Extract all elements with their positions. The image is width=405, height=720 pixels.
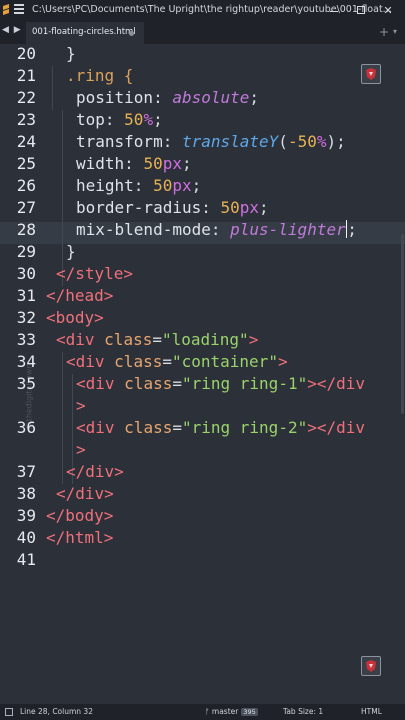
line-text-wrap: > — [76, 396, 86, 415]
line-number: 35 — [16, 374, 36, 393]
line-text: width: 50px; — [76, 154, 192, 173]
line-number: 34 — [16, 352, 36, 371]
line-number: 33 — [16, 330, 36, 349]
code-line[interactable]: 23 top: 50%; — [0, 110, 405, 132]
line-text: </div> — [56, 484, 114, 503]
tab-label: 001-floating-circles.html — [32, 27, 136, 37]
line-number: 23 — [16, 110, 36, 129]
line-number: 37 — [16, 462, 36, 481]
css-value: absolute — [172, 88, 250, 107]
line-text: height: 50px; — [76, 176, 202, 195]
line-number: 32 — [16, 308, 36, 327]
code-line[interactable]: 31 </head> — [0, 286, 405, 308]
code-line-active[interactable]: 28 mix-blend-mode: plus-lighter; — [0, 220, 405, 242]
plugin-badge-icon[interactable] — [361, 64, 381, 84]
tab-active-file[interactable]: 001-floating-circles.html — [26, 22, 144, 44]
line-text: </div> — [66, 462, 124, 481]
line-text: </html> — [46, 528, 114, 547]
tab-close-dot-icon[interactable] — [129, 31, 134, 36]
line-number: 30 — [16, 264, 36, 283]
line-number: 38 — [16, 484, 36, 503]
line-text: </body> — [46, 506, 114, 525]
line-number: 26 — [16, 176, 36, 195]
code-line[interactable]: 25 width: 50px; — [0, 154, 405, 176]
tab-size-selector[interactable]: Tab Size: 1 — [283, 707, 323, 716]
line-text: .ring { — [66, 66, 134, 85]
line-text: </style> — [56, 264, 134, 283]
code-line[interactable]: 38 </div> — [0, 484, 405, 506]
close-button[interactable]: ✕ — [375, 0, 401, 22]
code-line[interactable]: 26 height: 50px; — [0, 176, 405, 198]
tab-overflow-icon[interactable]: ▾ — [393, 27, 397, 36]
code-line[interactable]: 35 <div class="ring ring-1"></div > — [0, 374, 405, 418]
git-changes-badge: 395 — [241, 708, 258, 716]
minimize-button[interactable] — [321, 0, 347, 22]
line-text: </head> — [46, 286, 114, 305]
line-text: <div class="loading"> — [56, 330, 259, 349]
line-text-wrap: > — [76, 440, 86, 459]
code-line[interactable]: 34 <div class="container"> — [0, 352, 405, 374]
plugin-badge-icon[interactable] — [361, 656, 381, 676]
code-line[interactable]: 30 </style> — [0, 264, 405, 286]
line-number: 29 — [16, 242, 36, 261]
line-number: 39 — [16, 506, 36, 525]
line-text: <div class="ring ring-1"></div — [76, 374, 366, 393]
code-line[interactable]: 20 } — [0, 44, 405, 66]
line-text: transform: translateY(-50%); — [76, 132, 346, 151]
code-line[interactable]: 40 </html> — [0, 528, 405, 550]
hamburger-menu-icon[interactable] — [14, 4, 24, 6]
code-line[interactable]: 36 <div class="ring ring-2"></div > — [0, 418, 405, 462]
css-property: position — [76, 88, 154, 107]
line-text: <div class="ring ring-2"></div — [76, 418, 366, 437]
tab-bar: ◀ ▶ 001-floating-circles.html + ▾ — [0, 22, 405, 44]
code-line[interactable]: 29 } — [0, 242, 405, 264]
git-branch[interactable]: ᚠ master 395 — [205, 707, 258, 716]
line-text: top: 50%; — [76, 110, 163, 129]
line-text: <div class="container"> — [66, 352, 288, 371]
line-text: border-radius: 50px; — [76, 198, 269, 217]
line-number: 41 — [16, 550, 36, 569]
panel-toggle-icon[interactable] — [5, 708, 13, 716]
line-text: mix-blend-mode: plus-lighter; — [76, 220, 357, 239]
line-text: position: absolute; — [76, 88, 260, 107]
git-branch-name: master — [211, 707, 239, 716]
line-number: 21 — [16, 66, 36, 85]
line-number: 27 — [16, 198, 36, 217]
code-line[interactable]: 32 <body> — [0, 308, 405, 330]
line-number: 24 — [16, 132, 36, 151]
code-line[interactable]: 24 transform: translateY(-50%); — [0, 132, 405, 154]
line-number: 28 — [16, 220, 36, 239]
title-bar: C:\Users\PC\Documents\The Upright\the ri… — [0, 0, 405, 22]
line-number: 25 — [16, 154, 36, 173]
git-branch-icon: ᚠ — [205, 707, 212, 716]
code-line[interactable]: 27 border-radius: 50px; — [0, 198, 405, 220]
syntax-selector[interactable]: HTML — [361, 707, 382, 716]
app-logo-icon — [3, 4, 9, 15]
code-line[interactable]: 21 .ring { — [0, 66, 405, 88]
maximize-icon — [357, 6, 365, 14]
line-number: 36 — [16, 418, 36, 437]
vertical-scrollbar[interactable] — [401, 234, 404, 414]
line-number: 40 — [16, 528, 36, 547]
new-tab-button[interactable]: + — [379, 25, 389, 39]
status-bar: Line 28, Column 32 ᚠ master 395 Tab Size:… — [0, 704, 405, 720]
line-number: 20 — [16, 44, 36, 63]
line-text: } — [66, 242, 76, 261]
line-number: 22 — [16, 88, 36, 107]
code-line[interactable]: 41 — [0, 550, 405, 572]
maximize-button[interactable] — [348, 0, 374, 22]
code-editor[interactable]: @thedigitaltown 20 } 21 .ring { 22 posit… — [0, 44, 405, 704]
line-text: } — [66, 44, 76, 63]
minimize-icon — [330, 11, 338, 12]
tab-nav-arrows-icon[interactable]: ◀ ▶ — [2, 25, 22, 35]
code-line[interactable]: 22 position: absolute; — [0, 88, 405, 110]
line-text: <body> — [46, 308, 104, 327]
line-number: 31 — [16, 286, 36, 305]
code-line[interactable]: 33 <div class="loading"> — [0, 330, 405, 352]
cursor-position[interactable]: Line 28, Column 32 — [20, 707, 93, 716]
code-line[interactable]: 39 </body> — [0, 506, 405, 528]
code-line[interactable]: 37 </div> — [0, 462, 405, 484]
